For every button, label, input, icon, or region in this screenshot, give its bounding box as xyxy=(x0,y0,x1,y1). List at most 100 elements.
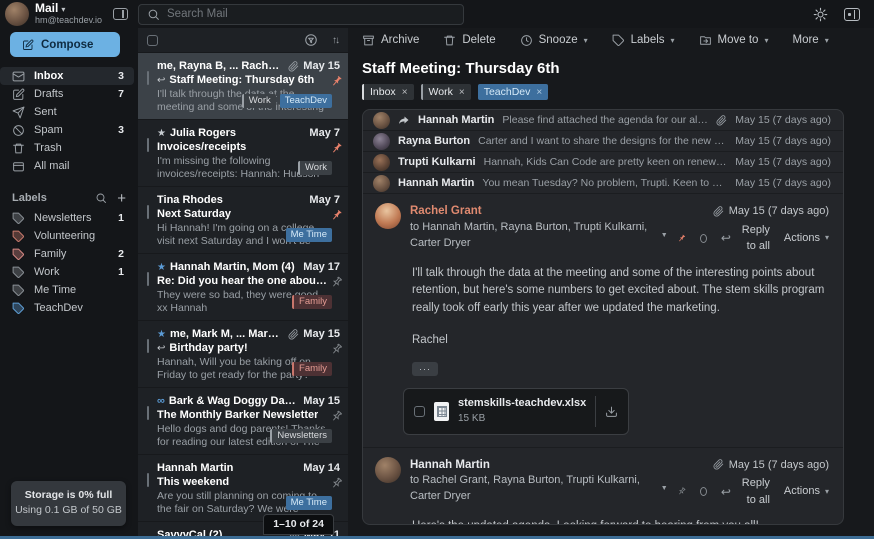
list-item[interactable]: ★ Julia Rogers May 7 Invoices/receipts I… xyxy=(138,119,348,186)
inbox-icon xyxy=(12,70,25,83)
attachment[interactable]: stemskills-teachdev.xlsx 15 KB xyxy=(403,388,629,435)
reply-all-button[interactable]: ↩Reply to all xyxy=(721,222,770,255)
avatar[interactable] xyxy=(5,2,29,26)
show-more-button[interactable]: ··· xyxy=(412,362,438,376)
reply-all-label: Reply to all xyxy=(736,475,770,508)
label-chip[interactable]: Me Time xyxy=(286,228,332,243)
sidebar-item-work[interactable]: Work 1 xyxy=(0,263,134,281)
reply-all-button[interactable]: ↩Reply to all xyxy=(721,475,770,508)
close-icon[interactable]: × xyxy=(459,87,465,98)
sidebar-item-family[interactable]: Family 2 xyxy=(0,245,134,263)
delete-button[interactable]: Delete xyxy=(443,34,495,47)
email-date: May 7 xyxy=(309,194,340,206)
collapsed-message[interactable]: Trupti Kulkarni Hannah, Kids Can Code ar… xyxy=(363,152,843,173)
recipients-toggle[interactable]: to Hannah Martin, Rayna Burton, Trupti K… xyxy=(410,220,668,252)
close-icon[interactable]: × xyxy=(402,87,408,98)
close-icon[interactable]: × xyxy=(536,87,542,98)
message-sender: Rachel Grant xyxy=(410,203,668,220)
sidebar-item-spam[interactable]: Spam 3 xyxy=(0,121,134,139)
pin-icon[interactable] xyxy=(330,276,343,289)
pin-icon[interactable] xyxy=(330,410,343,423)
pin-icon[interactable] xyxy=(330,75,343,88)
sidebar-item-volunteering[interactable]: Volunteering xyxy=(0,227,134,245)
account-menu[interactable]: Mail ▾ hm@teachdev.io xyxy=(0,2,138,26)
label-chip[interactable]: Newsletters xyxy=(270,429,332,444)
more-button[interactable]: More▾ xyxy=(792,34,828,46)
sidebar-item-all-mail[interactable]: All mail xyxy=(0,157,134,175)
recipients-toggle[interactable]: to Rachel Grant, Rayna Burton, Trupti Ku… xyxy=(410,473,668,505)
email-checkbox[interactable] xyxy=(147,205,149,219)
read-status-icon[interactable] xyxy=(700,487,707,496)
email-checkbox[interactable] xyxy=(147,473,149,487)
email-checkbox[interactable] xyxy=(147,406,149,420)
email-preview: I'm missing the following invoices/recei… xyxy=(157,155,319,180)
label-chip[interactable]: TeachDev xyxy=(280,94,332,109)
search-bar[interactable] xyxy=(138,4,464,25)
read-status-icon[interactable] xyxy=(700,234,707,243)
reading-pane-layout-icon[interactable] xyxy=(844,8,860,21)
sidebar-item-trash[interactable]: Trash xyxy=(0,139,134,157)
sort-icon[interactable]: ↑↓ xyxy=(332,35,338,46)
actions-button[interactable]: Actions▾ xyxy=(784,483,829,500)
actions-button[interactable]: Actions▾ xyxy=(784,230,829,247)
move-to-button[interactable]: Move to▾ xyxy=(699,34,769,47)
email-checkbox[interactable] xyxy=(147,339,149,353)
download-icon[interactable] xyxy=(605,405,618,418)
collapsed-message[interactable]: Hannah Martin Please find attached the a… xyxy=(363,110,843,131)
list-item[interactable]: ∞ Bark & Wag Doggy Daycare May 15 The Mo… xyxy=(138,387,348,454)
tag-work[interactable]: Work× xyxy=(421,84,471,100)
replied-icon: ↩ xyxy=(157,343,165,354)
label-chip[interactable]: Family xyxy=(292,362,332,377)
sidebar-item-sent[interactable]: Sent xyxy=(0,103,134,121)
gear-icon[interactable] xyxy=(813,7,828,22)
pin-icon[interactable] xyxy=(330,142,343,155)
add-label-icon[interactable]: + xyxy=(117,191,126,206)
archive-button[interactable]: Archive xyxy=(362,34,419,47)
collapsed-message[interactable]: Hannah Martin You mean Tuesday? No probl… xyxy=(363,173,843,194)
star-icon[interactable]: ★ xyxy=(157,262,166,273)
label-chip[interactable]: Work xyxy=(298,161,332,176)
pin-icon[interactable] xyxy=(330,343,343,356)
tag-icon xyxy=(612,34,625,47)
label-chip[interactable]: Me Time xyxy=(286,496,332,511)
list-item[interactable]: Tina Rhodes May 7 Next Saturday Hi Hanna… xyxy=(138,186,348,253)
email-sender: me, Mark M, ... Mary G (8) xyxy=(170,328,284,340)
email-checkbox[interactable] xyxy=(147,71,149,85)
list-item[interactable]: ★ Hannah Martin, Mom (4) May 17 Re: Did … xyxy=(138,253,348,320)
replied-icon: ↩ xyxy=(157,75,165,86)
tag-inbox[interactable]: Inbox× xyxy=(362,84,414,100)
email-date: May 15 xyxy=(303,328,340,340)
account-info: Mail ▾ hm@teachdev.io xyxy=(35,2,102,25)
folder-count: 7 xyxy=(118,88,124,100)
attachment-checkbox[interactable] xyxy=(414,406,425,417)
pin-icon[interactable] xyxy=(330,477,343,490)
sidebar-item-inbox[interactable]: Inbox 3 xyxy=(0,67,134,85)
labels-button[interactable]: Labels▾ xyxy=(612,34,675,47)
message-snippet: Please find attached the agenda for our … xyxy=(502,114,708,126)
label-search-icon[interactable] xyxy=(95,192,107,204)
pin-icon[interactable] xyxy=(330,209,343,222)
label-chip[interactable]: Family xyxy=(292,295,332,310)
list-item[interactable]: ★ me, Mark M, ... Mary G (8) May 15 ↩Bir… xyxy=(138,320,348,387)
star-icon[interactable]: ★ xyxy=(157,329,166,340)
email-checkbox[interactable] xyxy=(147,138,149,152)
snooze-button[interactable]: Snooze▾ xyxy=(520,34,588,47)
compose-button[interactable]: Compose xyxy=(10,32,120,57)
list-item[interactable]: Hannah Martin May 14 This weekend Are yo… xyxy=(138,454,348,521)
sidebar-item-drafts[interactable]: Drafts 7 xyxy=(0,85,134,103)
filter-icon[interactable] xyxy=(304,33,318,47)
email-checkbox[interactable] xyxy=(147,272,149,286)
sidebar-item-me-time[interactable]: Me Time xyxy=(0,281,134,299)
pin-icon[interactable] xyxy=(674,484,689,500)
label-chip[interactable]: Work xyxy=(242,94,276,109)
sidebar-toggle-icon[interactable] xyxy=(113,8,128,20)
star-icon[interactable]: ★ xyxy=(157,128,166,139)
collapsed-message[interactable]: Rayna Burton Carter and I want to share … xyxy=(363,131,843,152)
sidebar-item-teachdev[interactable]: TeachDev xyxy=(0,299,134,317)
search-input[interactable] xyxy=(167,8,455,20)
tag-teachdev[interactable]: TeachDev× xyxy=(478,84,549,100)
select-all-checkbox[interactable] xyxy=(147,35,158,46)
sidebar-item-newsletters[interactable]: Newsletters 1 xyxy=(0,209,134,227)
list-item[interactable]: me, Rayna B, ... Rachel G (6) May 15 ↩St… xyxy=(138,52,348,119)
pin-icon[interactable] xyxy=(674,230,689,246)
